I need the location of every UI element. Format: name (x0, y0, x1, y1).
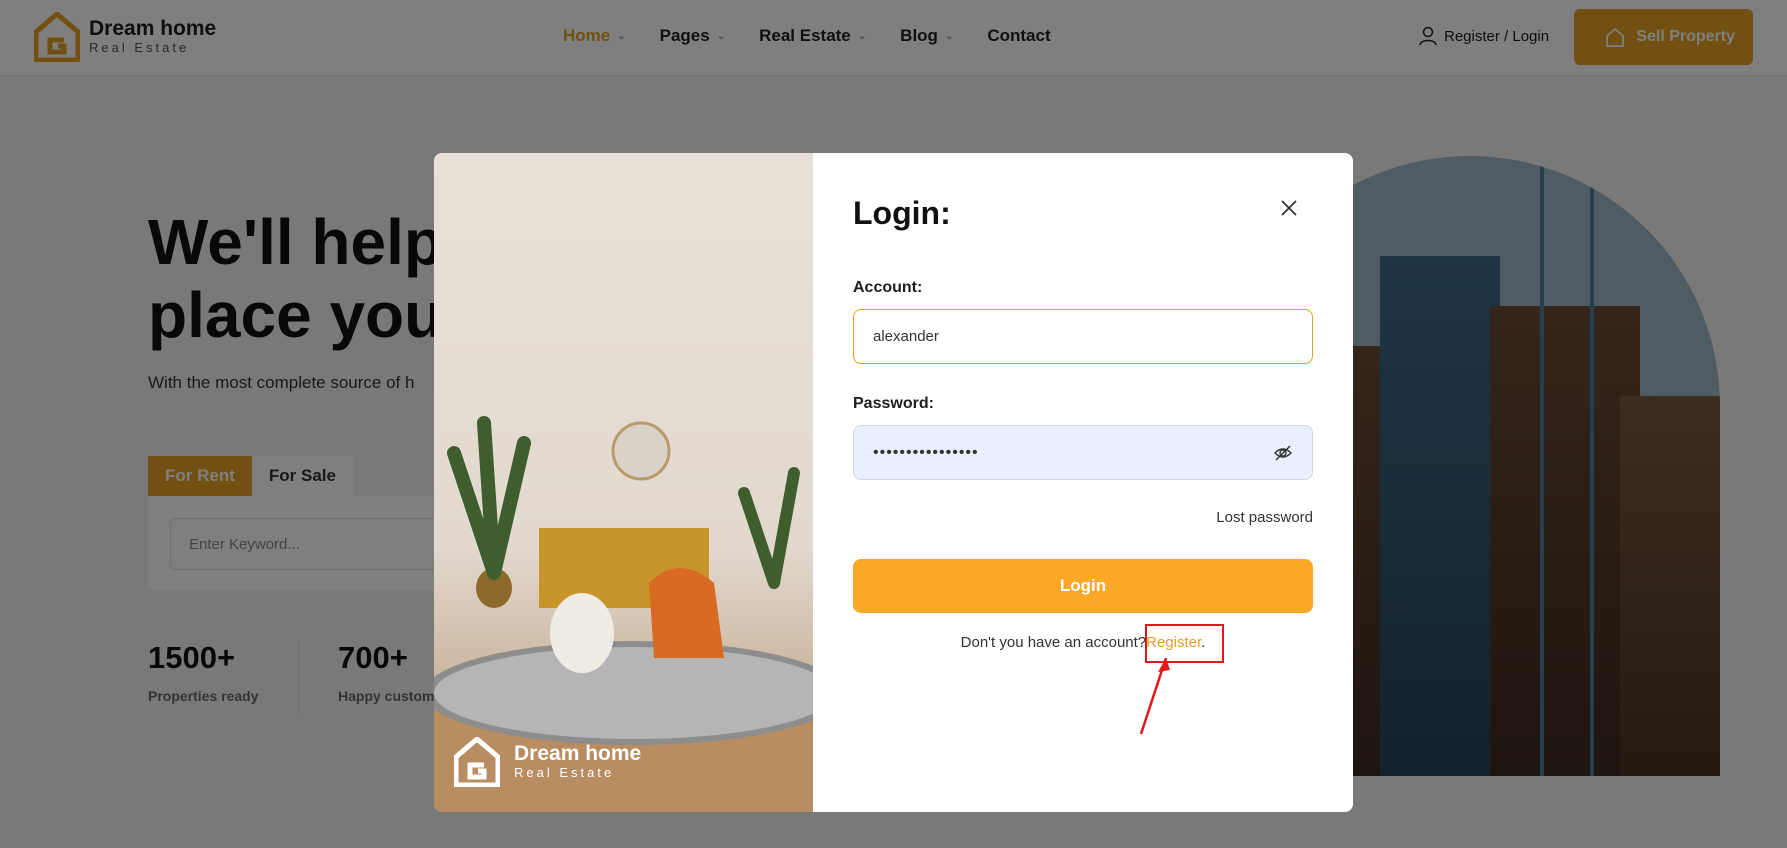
login-modal: Dream home Real Estate Login: Account: a… (434, 153, 1353, 812)
eye-slash-icon[interactable] (1273, 443, 1293, 463)
account-label: Account: (853, 279, 923, 296)
login-button[interactable]: Login (853, 559, 1313, 613)
login-form: Login: Account: alexander Password: ••••… (853, 153, 1313, 812)
account-input[interactable]: alexander (853, 309, 1313, 364)
house-logo-icon (454, 737, 500, 787)
password-input[interactable]: •••••••••••••••• (853, 425, 1313, 480)
lost-password-link[interactable]: Lost password (1216, 509, 1313, 526)
interior-photo: Dream home Real Estate (434, 153, 844, 812)
login-title: Login: (853, 195, 951, 231)
register-prompt: Don't you have an account?Register. (960, 634, 1206, 651)
close-icon[interactable] (1278, 197, 1300, 219)
modal-logo: Dream home Real Estate (454, 737, 641, 787)
annotation-arrow-icon (1139, 657, 1170, 735)
password-label: Password: (853, 395, 934, 412)
